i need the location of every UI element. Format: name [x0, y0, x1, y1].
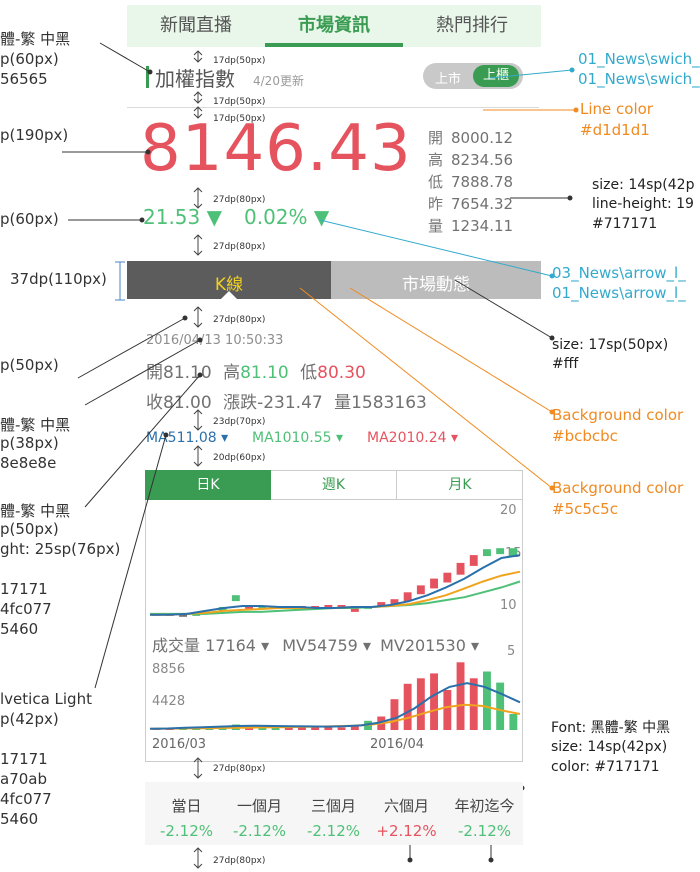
annotation-leader-dot-11 [549, 335, 555, 341]
dim-label-2: 17dp(50px) [213, 97, 266, 107]
annotation-leader-dot-2 [139, 217, 145, 223]
dim-label-5: 27dp(80px) [213, 242, 266, 252]
annotation-leader-dot-3 [182, 315, 188, 321]
volume-bar-14 [337, 727, 346, 730]
range-1m[interactable]: 一個月 -2.12% [223, 785, 296, 845]
candle-23 [456, 562, 465, 575]
kline-chart [62, 42, 579, 869]
annotation-leader-dot-13 [549, 485, 555, 491]
annotation-leader-dot-1 [145, 149, 151, 155]
dim-label-8: 20dp(60px) [213, 453, 266, 463]
annotation-leader-3 [77, 317, 186, 379]
annotation-leader-12 [349, 287, 553, 413]
volume-bar-27 [509, 714, 518, 730]
dim-label-3: 17dp(50px) [213, 114, 266, 124]
dim-label-9: 27dp(80px) [213, 764, 266, 774]
annotation-leader-dot-4 [197, 337, 203, 343]
candle-21 [430, 578, 438, 589]
annotation-leader-0 [99, 42, 151, 73]
volume-bar-23 [456, 662, 465, 730]
annotation-leader-dot-16 [488, 857, 494, 863]
ma20-line [150, 580, 521, 615]
dim-label-1: 17dp(50px) [213, 56, 266, 66]
dim-label-6: 27dp(80px) [213, 315, 266, 325]
volume-bar-19 [403, 683, 412, 730]
volume-bar-21 [430, 673, 438, 730]
annotation-leader-dot-5 [197, 372, 203, 378]
annotation-leader-dot-15 [407, 857, 413, 863]
candle-24 [469, 555, 478, 566]
annotation-leader-dot-0 [147, 69, 153, 75]
volume-bar-26 [496, 682, 505, 730]
range-ytd[interactable]: 年初迄今 -2.12% [448, 785, 521, 845]
candle-26 [496, 548, 505, 555]
candle-25 [483, 549, 491, 557]
annotation-leader-13 [299, 287, 553, 489]
volume-bar-18 [390, 699, 399, 730]
annotation-leader-dot-10 [549, 273, 555, 279]
candle-6 [231, 595, 240, 602]
candle-22 [443, 572, 452, 583]
volume-bar-22 [443, 690, 452, 730]
annotation-leader-dot-7 [569, 67, 575, 73]
dim-label-4: 27dp(80px) [213, 195, 266, 205]
annotation-leader-10 [319, 219, 553, 277]
dim-label-7: 23dp(70px) [213, 417, 266, 427]
annotation-leader-7 [489, 69, 573, 79]
range-6m[interactable]: 六個月 +2.12% [370, 785, 443, 845]
dim-label-10: 27dp(80px) [213, 856, 266, 866]
annotation-leader-dot-12 [549, 409, 555, 415]
annotation-leader-dot-6 [163, 432, 169, 438]
annotation-leader-11 [454, 279, 553, 339]
annotation-leader-dot-8 [573, 107, 579, 113]
annotation-leader-6 [94, 434, 167, 689]
candle-20 [416, 585, 425, 595]
range-today[interactable]: 當日 -2.12% [150, 785, 223, 845]
range-3m[interactable]: 三個月 -2.12% [297, 785, 370, 845]
annotation-leader-dot-9 [567, 195, 573, 201]
volume-bar-25 [483, 671, 491, 730]
